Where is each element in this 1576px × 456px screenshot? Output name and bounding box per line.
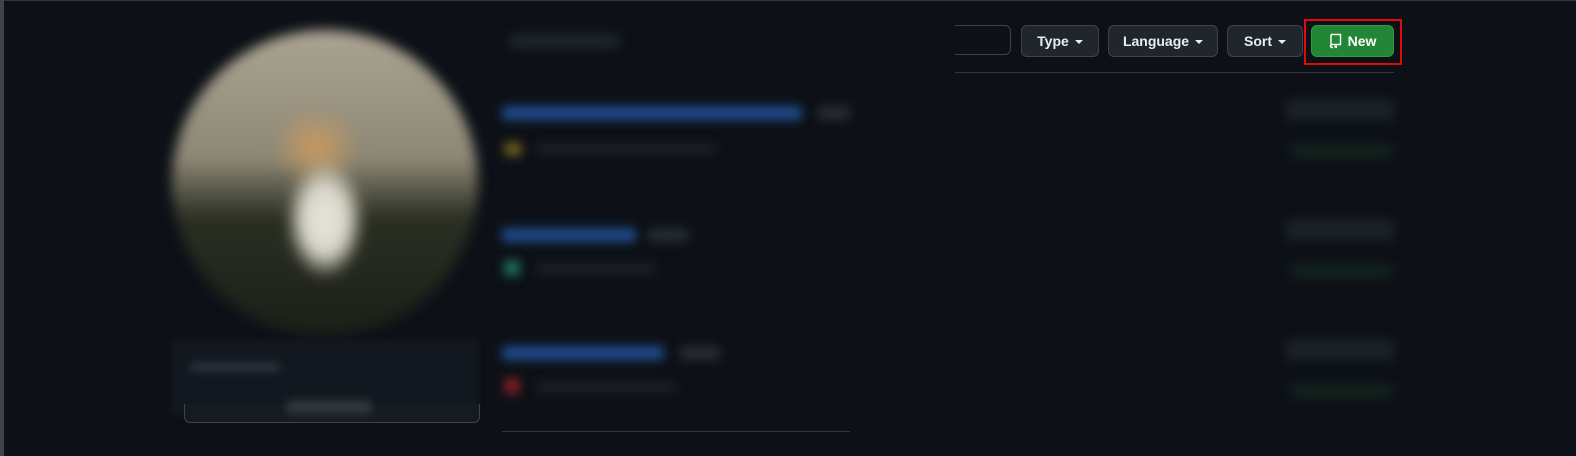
repo-visibility-badge-1 [818, 106, 850, 120]
repo-list-divider [502, 431, 850, 432]
language-filter-label: Language [1122, 33, 1190, 49]
find-repository-input[interactable] [955, 25, 1011, 55]
caret-down-icon [1278, 40, 1286, 44]
repo-language-dot-2 [504, 260, 520, 276]
repo-language-dot-3 [504, 378, 520, 394]
toolbar-divider [955, 72, 1394, 73]
profile-avatar [172, 30, 478, 336]
repo-name-link-3[interactable] [502, 346, 664, 360]
activity-graph-3 [1292, 386, 1392, 396]
star-button-1[interactable] [1286, 100, 1394, 120]
repo-list-heading-blurred [510, 34, 620, 48]
edit-profile-label-blurred [286, 400, 372, 414]
repo-meta-3 [536, 382, 676, 392]
star-button-3[interactable] [1286, 340, 1394, 360]
type-filter-button[interactable]: Type [1021, 25, 1099, 57]
window-top-border [0, 0, 1576, 1]
repo-language-dot-1 [504, 142, 522, 156]
activity-graph-2 [1292, 266, 1392, 276]
sort-label: Sort [1244, 33, 1272, 49]
repo-visibility-badge-3 [680, 346, 720, 360]
new-button-highlight [1304, 19, 1402, 65]
type-filter-label: Type [1037, 33, 1069, 49]
window-left-border [0, 0, 4, 456]
star-button-2[interactable] [1286, 220, 1394, 240]
caret-down-icon [1074, 40, 1083, 44]
sort-button[interactable]: Sort [1227, 25, 1303, 57]
repo-name-link-1[interactable] [502, 106, 802, 120]
repo-meta-2 [536, 264, 656, 274]
repo-meta-1 [536, 144, 716, 154]
profile-name-blurred [190, 362, 280, 372]
caret-down-icon [1195, 40, 1204, 44]
activity-graph-1 [1292, 146, 1392, 156]
language-filter-button[interactable]: Language [1108, 25, 1218, 57]
repo-visibility-badge-2 [648, 228, 688, 242]
repo-name-link-2[interactable] [502, 228, 636, 242]
